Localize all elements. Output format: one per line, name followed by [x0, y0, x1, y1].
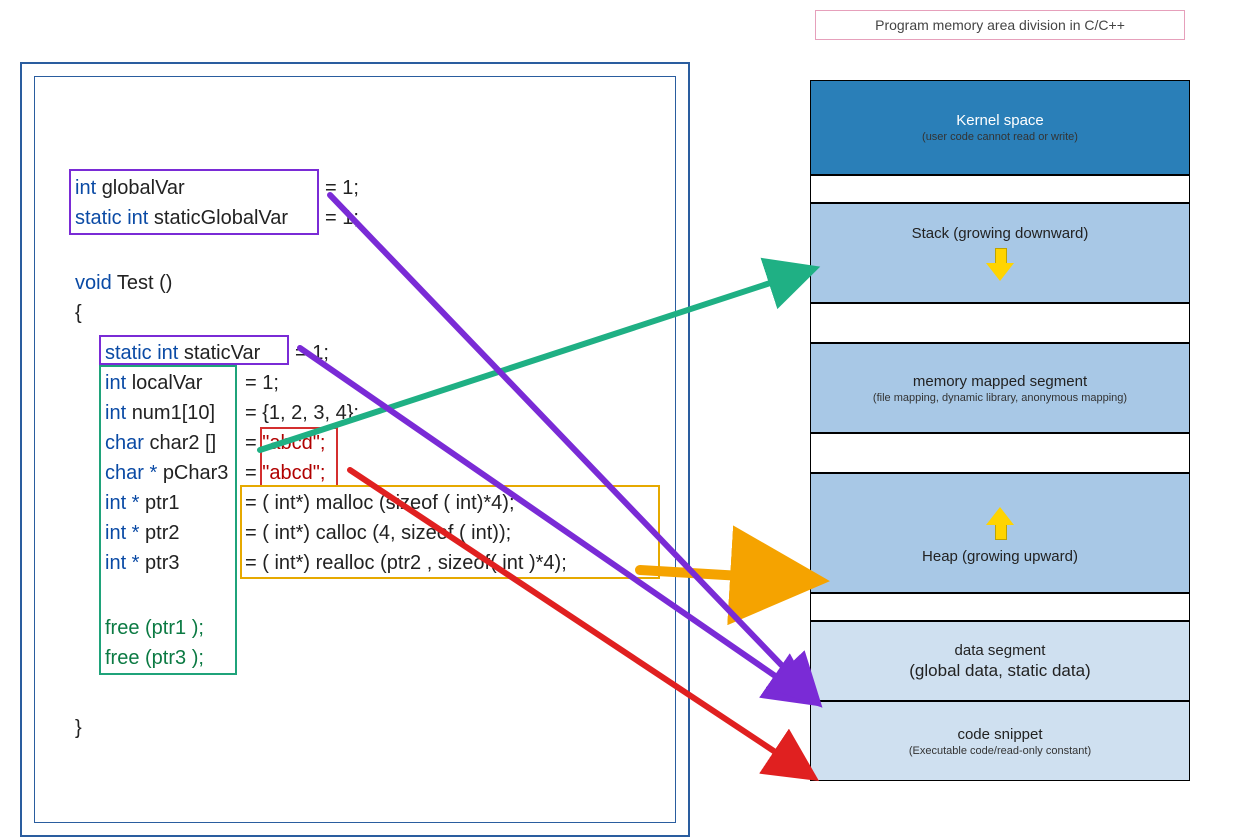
code-line-staticGlobalVar-init: = 1;: [325, 207, 359, 230]
segment-data: data segment (global data, static data): [810, 621, 1190, 701]
box-global-decls: [69, 169, 319, 235]
box-local-vars: [99, 365, 237, 675]
segment-code: code snippet (Executable code/read-only …: [810, 701, 1190, 781]
code-panel-inner: int globalVar = 1; static int staticGlob…: [34, 76, 676, 823]
segment-stack: Stack (growing downward): [810, 203, 1190, 303]
box-staticVar: [99, 335, 289, 365]
code-line-brace-close: }: [75, 717, 82, 740]
segment-mmap: memory mapped segment (file mapping, dyn…: [810, 343, 1190, 433]
segment-kernel: Kernel space (user code cannot read or w…: [810, 80, 1190, 175]
code-line-globalVar-init: = 1;: [325, 177, 359, 200]
arrow-down-icon: [986, 248, 1014, 282]
memory-layout: Kernel space (user code cannot read or w…: [810, 80, 1190, 781]
segment-heap: Heap (growing upward): [810, 473, 1190, 593]
box-heap-allocs: [240, 485, 660, 579]
code-panel: int globalVar = 1; static int staticGlob…: [20, 62, 690, 837]
box-string-literals: [260, 427, 338, 487]
code-line-brace-open: {: [75, 302, 82, 325]
code-line-fn-sig: void Test (): [75, 272, 172, 295]
diagram-title: Program memory area division in C/C++: [815, 10, 1185, 40]
segment-gap-2: [810, 303, 1190, 343]
segment-gap-1: [810, 175, 1190, 203]
arrow-up-icon: [986, 506, 1014, 540]
segment-gap-3: [810, 433, 1190, 473]
segment-gap-4: [810, 593, 1190, 621]
